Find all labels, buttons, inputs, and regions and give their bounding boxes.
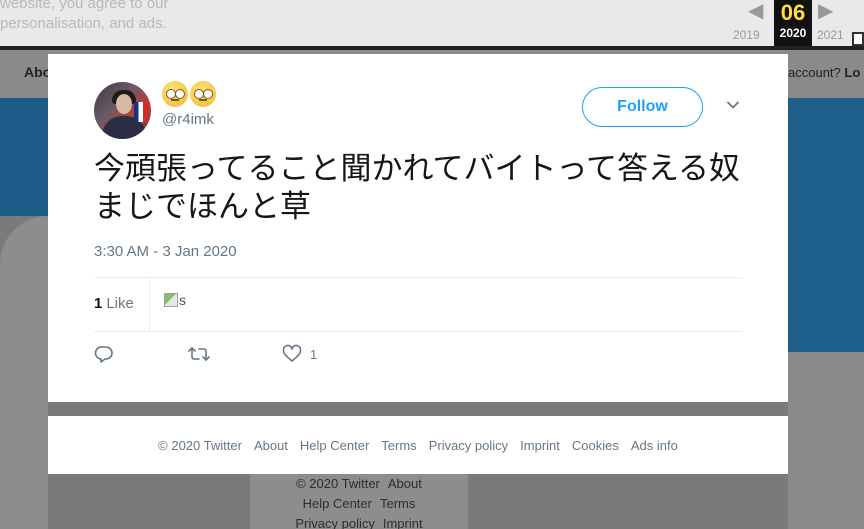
like-count-label: Like	[106, 295, 134, 312]
liker-avatar[interactable]: s	[164, 292, 186, 308]
bg-login-link[interactable]: Lo	[844, 65, 860, 80]
bg-panel-left-lower	[0, 216, 48, 529]
avatar[interactable]	[94, 82, 151, 139]
tweet-actions: 1	[94, 344, 494, 374]
bg-panel-left	[0, 98, 48, 216]
footer-link-help-center[interactable]: Help Center	[300, 438, 369, 453]
footer-link-cookies[interactable]: Cookies	[572, 438, 619, 453]
follow-button[interactable]: Follow	[582, 87, 703, 127]
footer-link-about[interactable]: About	[254, 438, 288, 453]
cookie-consent-text: website, you agree to our personalisatio…	[0, 0, 168, 34]
next-arrow-icon[interactable]: ▶	[818, 0, 833, 23]
prev-year-link[interactable]: 2019	[733, 28, 760, 42]
liker-alt-text: s	[179, 292, 186, 308]
footer-link-terms[interactable]: Terms	[381, 438, 416, 453]
capture-year: 2020	[779, 26, 807, 40]
divider	[94, 331, 742, 332]
footer-link-ads-info[interactable]: Ads info	[631, 438, 678, 453]
footer-link-privacy[interactable]: Privacy policy	[429, 438, 508, 453]
bg-footer-privacy[interactable]: Privacy policy	[295, 516, 374, 529]
heart-icon	[282, 344, 302, 362]
rolling-eyes-emoji-icon	[162, 80, 188, 107]
consent-line-2: personalisation, and ads.	[0, 15, 167, 32]
footer: © 2020 Twitter About Help Center Terms P…	[48, 416, 788, 474]
likes-row: 1 Like s	[94, 278, 742, 332]
bg-panel-right-lower	[788, 352, 864, 529]
reply-button[interactable]	[94, 344, 114, 364]
tweet-card: @r4imk Follow 今頑張ってること聞かれてバイトって答える奴まじでほん…	[48, 54, 788, 402]
wayback-toolbar: website, you agree to our personalisatio…	[0, 0, 864, 46]
tweet-timestamp[interactable]: 3:30 AM - 3 Jan 2020	[94, 243, 237, 260]
bg-account-text: account?	[788, 65, 841, 80]
current-capture-date: 06 2020	[774, 0, 812, 46]
reply-icon	[94, 346, 113, 363]
collapse-toolbar-icon[interactable]	[852, 32, 864, 46]
consent-line-1: website, you agree to our	[0, 0, 169, 12]
prev-arrow-icon[interactable]: ◀	[748, 0, 763, 23]
like-count-number: 1	[94, 295, 103, 312]
bg-footer-about[interactable]: About	[388, 476, 422, 491]
footer-copyright: © 2020 Twitter	[158, 437, 242, 453]
like-button[interactable]: 1	[282, 344, 317, 364]
next-year-link[interactable]: 2021	[817, 28, 844, 42]
retweet-button[interactable]	[188, 344, 210, 364]
bg-footer-imprint[interactable]: Imprint	[383, 516, 423, 529]
bg-footer-copyright: © 2020 Twitter	[296, 476, 380, 491]
divider	[149, 278, 150, 332]
tweet-text: 今頑張ってること聞かれてバイトって答える奴まじでほんと草	[94, 151, 741, 225]
display-name[interactable]	[162, 78, 218, 108]
bg-footer-help[interactable]: Help Center	[303, 496, 372, 511]
retweet-icon	[188, 347, 210, 361]
footer-link-imprint[interactable]: Imprint	[520, 438, 560, 453]
bg-nav-account[interactable]: account? Lo	[788, 65, 860, 80]
bg-panel-right	[788, 98, 864, 352]
chevron-down-icon[interactable]	[726, 98, 740, 112]
background-footer: © 2020 Twitter About Help Center Terms Pri…	[250, 474, 468, 529]
bg-footer-terms[interactable]: Terms	[380, 496, 415, 511]
like-action-count: 1	[310, 346, 318, 362]
rolling-eyes-emoji-icon	[190, 80, 216, 107]
user-handle[interactable]: @r4imk	[162, 111, 214, 128]
like-count[interactable]: 1 Like	[94, 295, 134, 312]
broken-image-icon	[164, 293, 178, 307]
capture-day: 06	[780, 0, 806, 25]
